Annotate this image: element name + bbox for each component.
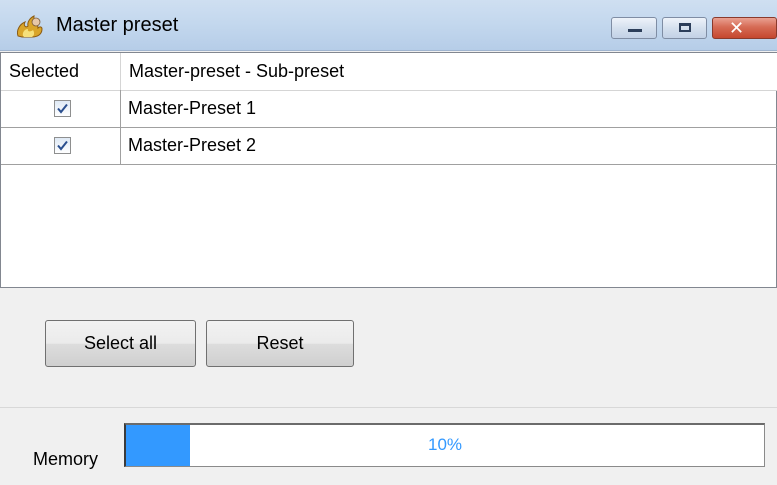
minimize-icon	[628, 29, 642, 32]
select-all-button[interactable]: Select all	[45, 320, 196, 367]
title-bar[interactable]: Master preset ✕	[0, 0, 777, 51]
table-row[interactable]: Master-Preset 1	[1, 90, 777, 128]
column-header-preset[interactable]: Master-preset - Sub-preset	[121, 53, 777, 90]
grid-header: Selected Master-preset - Sub-preset	[1, 53, 777, 91]
row-checkbox[interactable]	[54, 100, 71, 117]
window-title: Master preset	[56, 14, 179, 36]
master-preset-window: Master preset ✕ Selected Master-preset -…	[0, 0, 777, 485]
maximize-icon	[679, 23, 691, 32]
selected-cell	[1, 127, 121, 164]
close-button[interactable]: ✕	[712, 17, 777, 39]
preset-name-cell: Master-Preset 2	[128, 135, 257, 155]
column-header-selected[interactable]: Selected	[1, 53, 121, 90]
close-icon: ✕	[729, 18, 745, 38]
memory-label: Memory	[33, 449, 99, 469]
memory-progress-bar: 10%	[124, 423, 765, 467]
reset-button[interactable]: Reset	[206, 320, 354, 367]
row-checkbox[interactable]	[54, 137, 71, 154]
checkmark-icon	[57, 140, 68, 151]
maximize-button[interactable]	[662, 17, 707, 39]
minimize-button[interactable]	[611, 17, 657, 39]
checkmark-icon	[57, 103, 68, 114]
preset-name-cell: Master-Preset 1	[128, 98, 257, 118]
table-row[interactable]: Master-Preset 2	[1, 127, 777, 165]
preset-grid[interactable]: Selected Master-preset - Sub-preset Mast…	[0, 52, 777, 288]
flame-app-icon	[17, 15, 43, 38]
selected-cell	[1, 90, 121, 127]
progress-text: 10%	[427, 435, 463, 454]
